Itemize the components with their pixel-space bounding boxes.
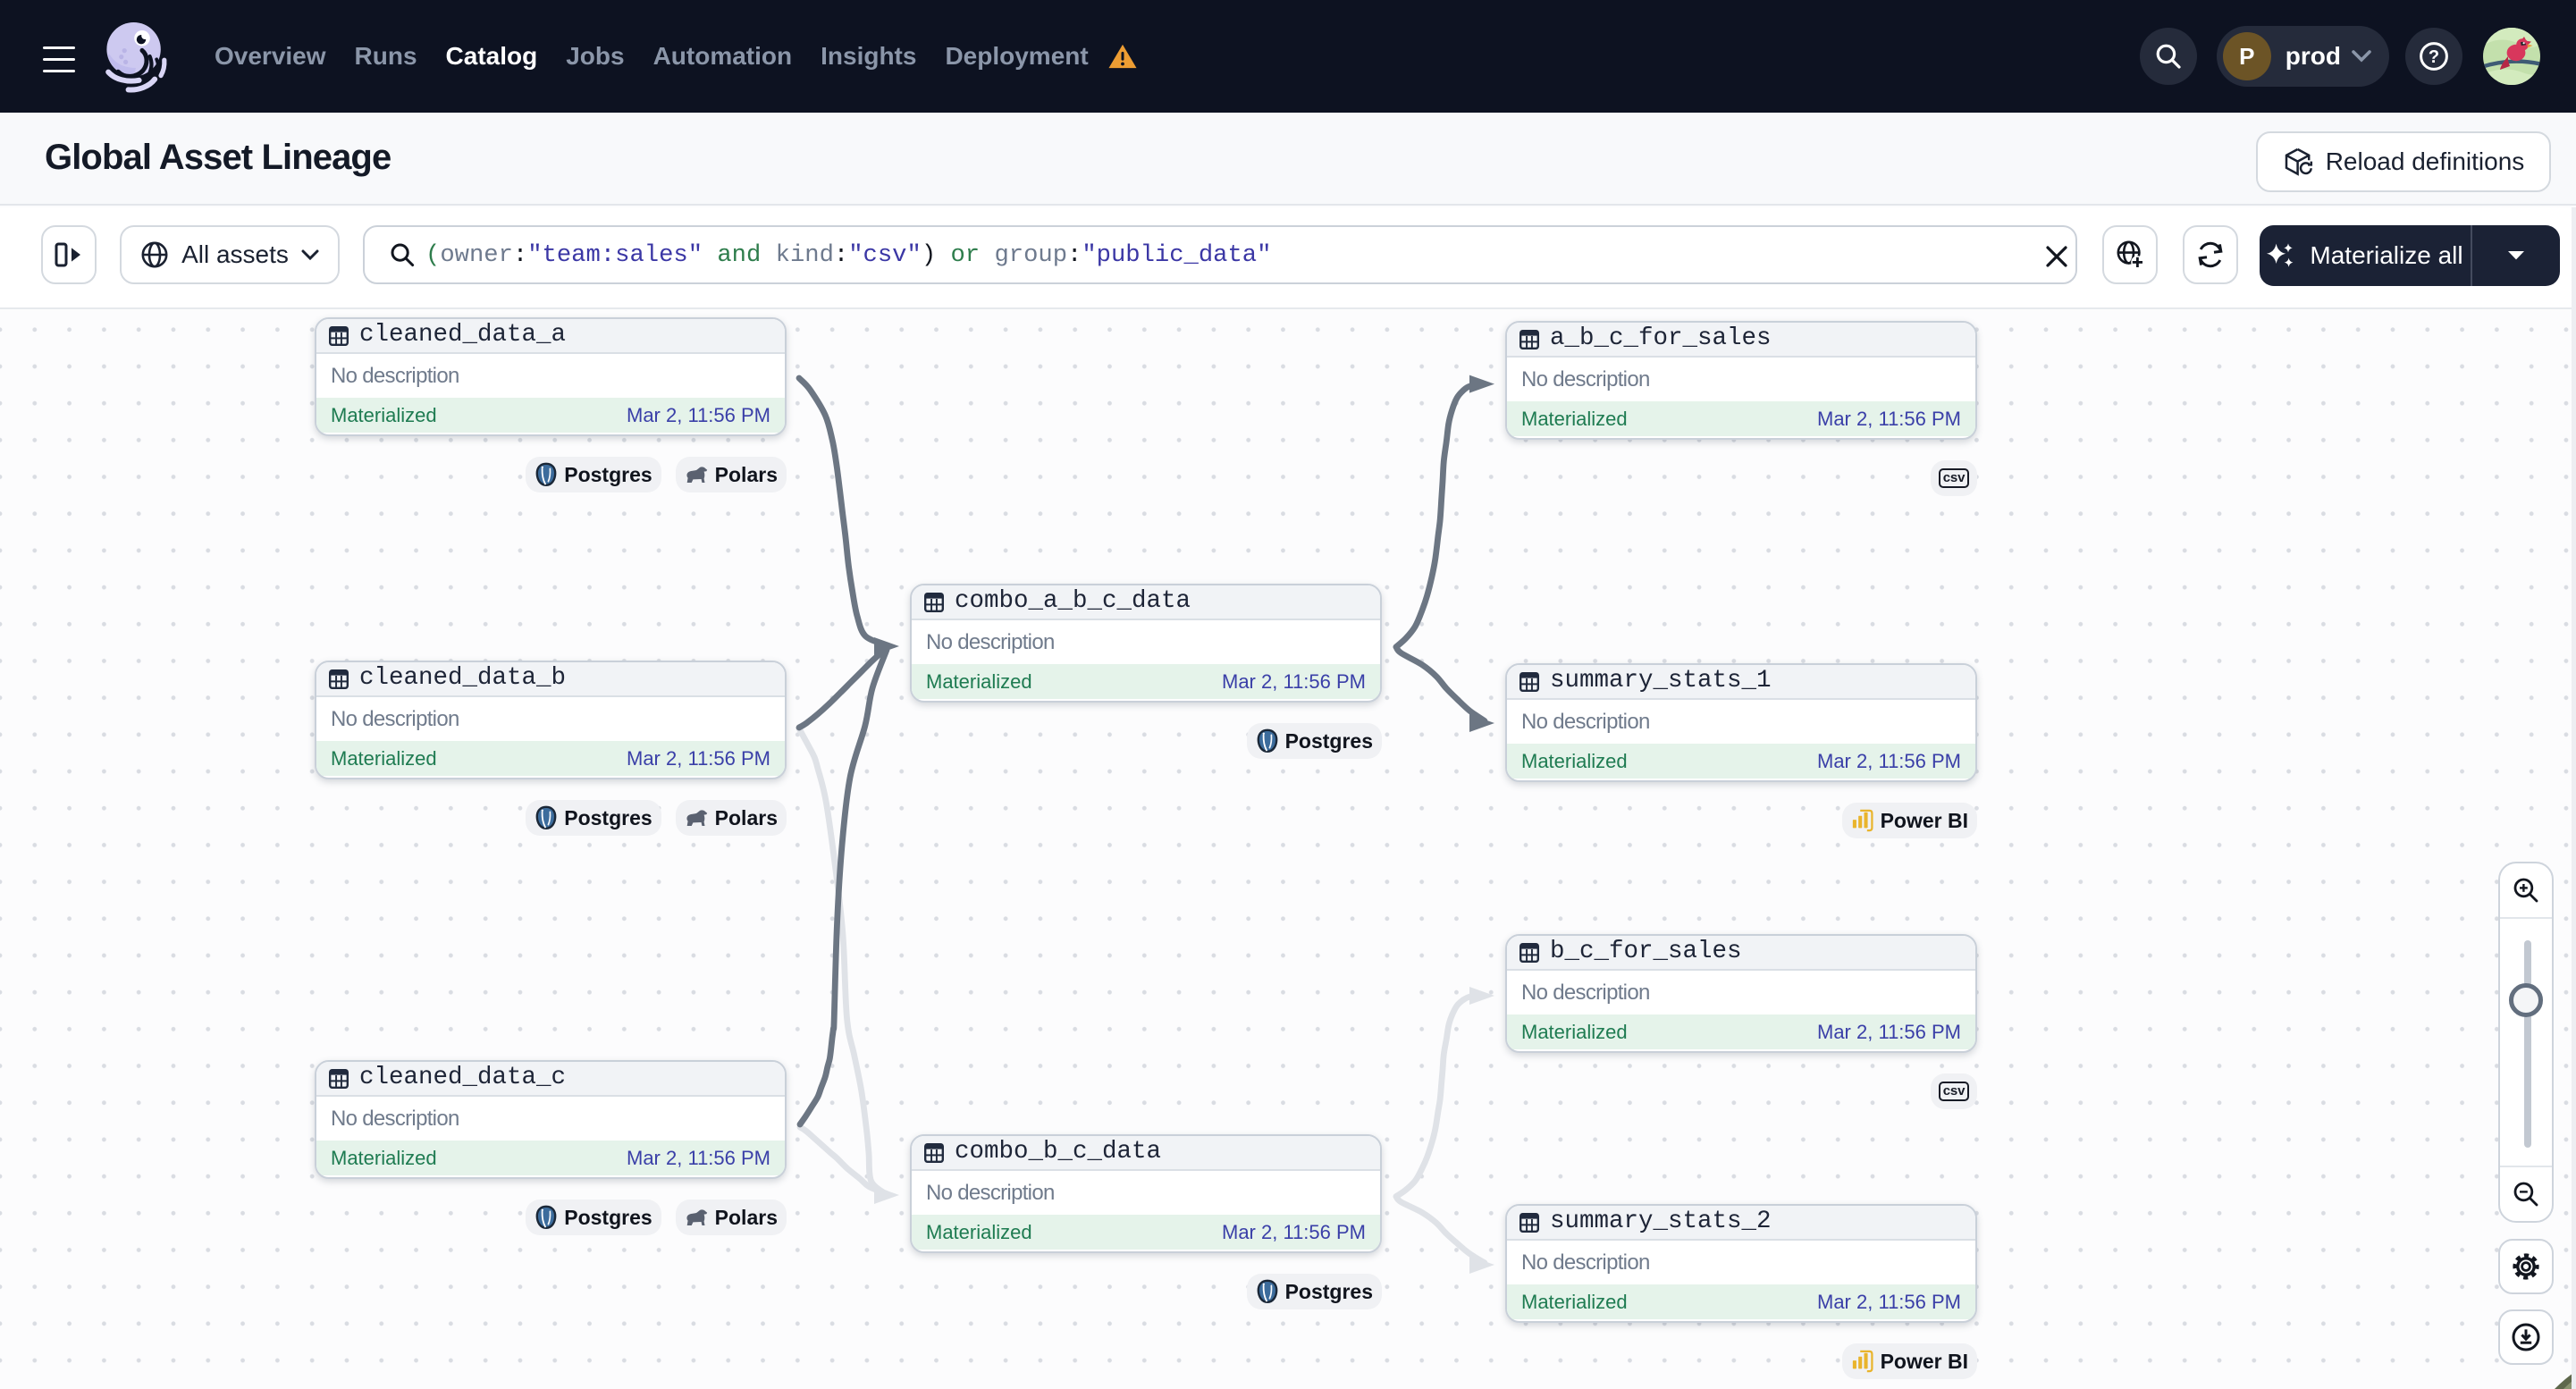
svg-text:?: ? — [2429, 47, 2439, 67]
